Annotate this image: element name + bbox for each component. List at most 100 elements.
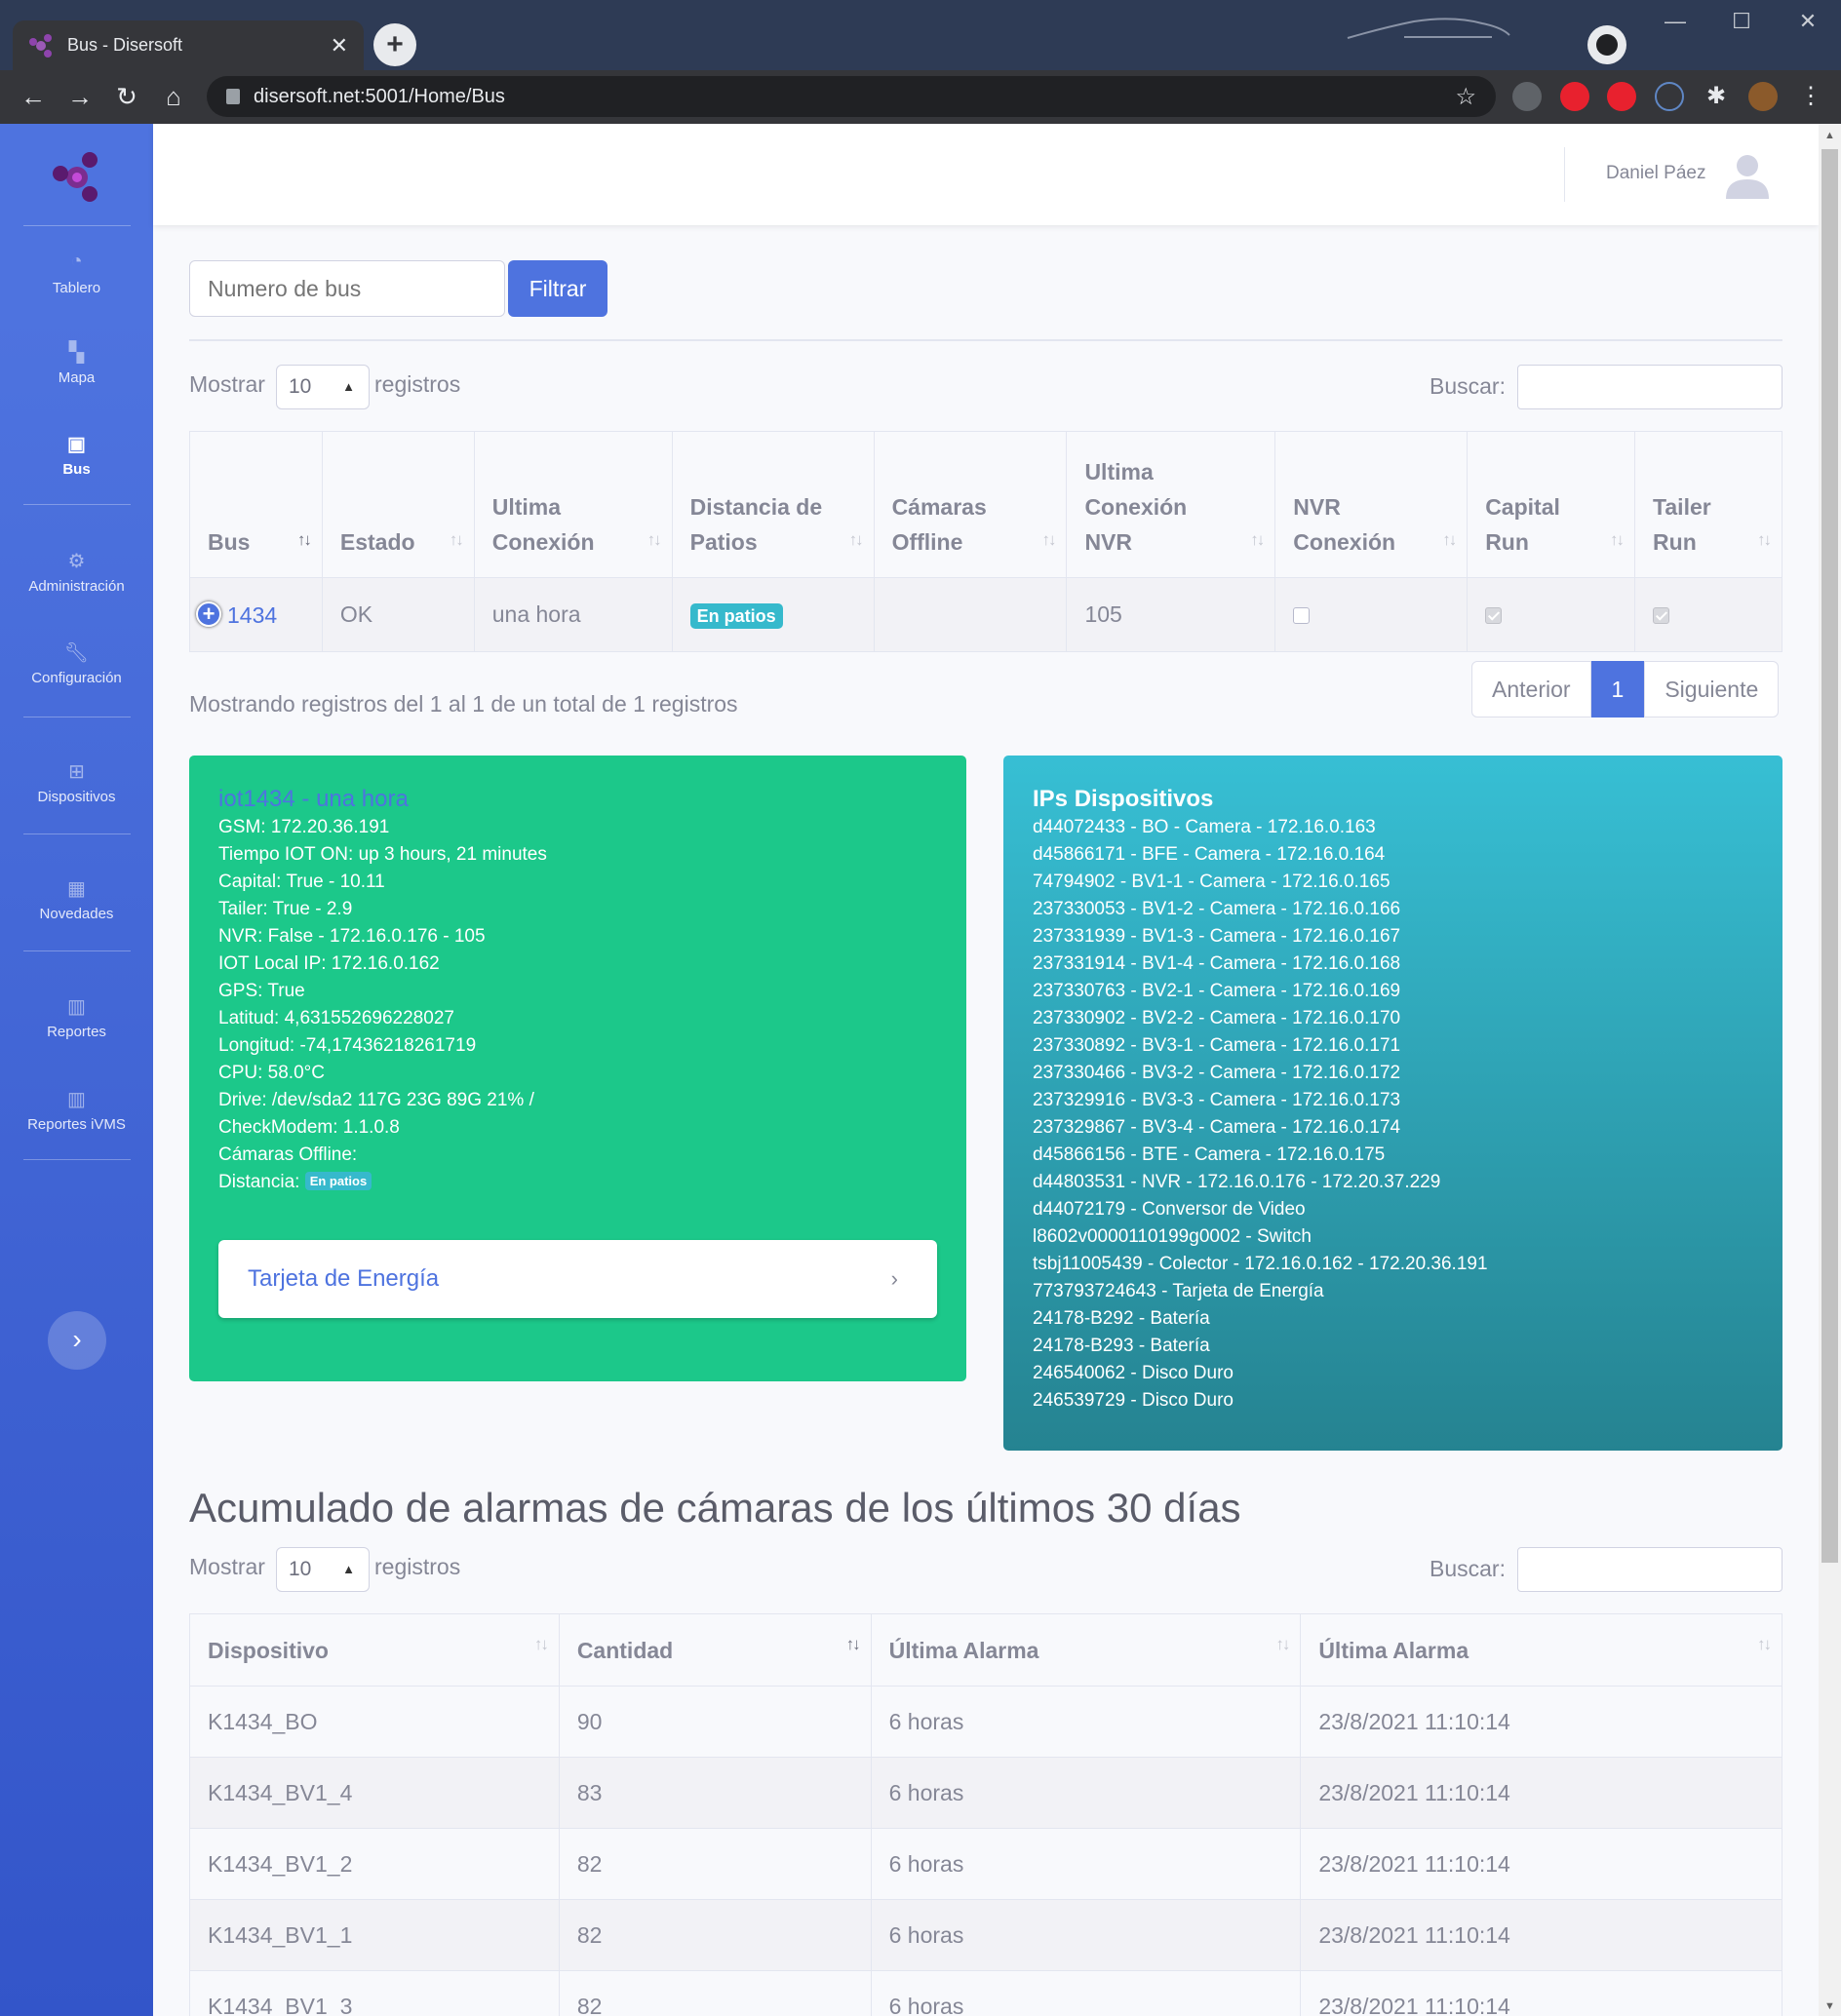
sidebar-item-administracion[interactable]: ⚙ Administración: [0, 549, 153, 595]
user-avatar-icon[interactable]: [1723, 150, 1772, 199]
col-header-dispositivo[interactable]: Dispositivo ↑↓: [189, 1613, 560, 1686]
home-icon[interactable]: ⌂: [150, 82, 197, 112]
page-1-button[interactable]: 1: [1590, 661, 1645, 717]
iot-line: IOT Local IP: 172.16.0.162: [218, 953, 440, 974]
sidebar-item-label: Tablero: [52, 280, 101, 296]
prev-page-button[interactable]: Anterior: [1471, 661, 1591, 717]
sidebar-item-reportes-ivms[interactable]: ▥ Reportes iVMS: [0, 1087, 153, 1133]
profile-avatar-icon[interactable]: [1748, 82, 1778, 111]
sort-icon[interactable]: ↑↓: [1041, 523, 1056, 558]
puzzle-icon[interactable]: ✱: [1702, 82, 1731, 111]
sidebar-item-label: Reportes: [47, 1024, 106, 1040]
col-header-tailer-run[interactable]: Tailer Run ↑↓: [1634, 431, 1782, 578]
energy-card-link[interactable]: Tarjeta de Energía ›: [218, 1240, 937, 1318]
table-header-row: Dispositivo ↑↓ Cantidad ↑↓ Última Alarma ↑↓…: [189, 1613, 1782, 1686]
calendar-icon: ▦: [67, 878, 86, 900]
scroll-up-icon[interactable]: ▲: [1824, 130, 1835, 141]
sort-icon[interactable]: ↑↓: [1610, 523, 1625, 558]
sidebar-item-tablero[interactable]: ◔ Tablero: [0, 251, 153, 296]
page-length-value: 10: [289, 1558, 312, 1580]
iot-line: NVR: False - 172.16.0.176 - 105: [218, 926, 486, 947]
chrome-menu-icon[interactable]: ⋮: [1796, 82, 1825, 111]
sort-icon[interactable]: ↑↓: [1442, 523, 1457, 558]
iot-line: Longitud: -74,17436218261719: [218, 1035, 477, 1056]
table-row: K1434_BV1_1 82 6 horas 23/8/2021 11:10:14: [189, 1899, 1782, 1971]
minimize-icon[interactable]: —: [1642, 0, 1708, 43]
col-header-ultima-alarma-fecha[interactable]: Última Alarma ↑↓: [1300, 1613, 1782, 1686]
expand-row-icon[interactable]: +: [196, 601, 221, 627]
col-header-cantidad[interactable]: Cantidad ↑↓: [558, 1613, 872, 1686]
col-header-estado[interactable]: Estado ↑↓: [321, 431, 475, 578]
table-row: K1434_BV1_2 82 6 horas 23/8/2021 11:10:14: [189, 1828, 1782, 1900]
scrollbar-thumb[interactable]: [1821, 149, 1838, 1563]
close-window-icon[interactable]: ✕: [1775, 0, 1841, 43]
iot-line: Cámaras Offline:: [218, 1144, 358, 1165]
chrome-tab-search-icon[interactable]: [1587, 25, 1626, 64]
page-scrollbar[interactable]: ▲ ▼: [1819, 124, 1841, 2016]
reload-icon[interactable]: ↻: [103, 82, 150, 112]
chart-bar-icon: ▥: [67, 996, 86, 1018]
col-header-ultima-alarma[interactable]: Última Alarma ↑↓: [870, 1613, 1302, 1686]
bus-number-input[interactable]: [189, 260, 505, 317]
iot-line: GPS: True: [218, 981, 305, 1001]
extension-circle-icon[interactable]: [1655, 82, 1684, 111]
col-header-ultima-conexion[interactable]: Ultima Conexión ↑↓: [473, 431, 673, 578]
ip-line: 24178-B292 - Batería: [1033, 1308, 1210, 1329]
forward-icon[interactable]: →: [57, 82, 103, 112]
alarms-table: Dispositivo ↑↓ Cantidad ↑↓ Última Alarma ↑↓…: [189, 1613, 1782, 2016]
cell-bus[interactable]: +1434: [189, 577, 323, 652]
status-badge: En patios: [304, 1172, 372, 1190]
sidebar-toggle-button[interactable]: ›: [48, 1311, 106, 1370]
col-header-camaras-offline[interactable]: Cámaras Offline ↑↓: [873, 431, 1068, 578]
user-name[interactable]: Daniel Páez: [1606, 163, 1705, 184]
back-icon[interactable]: ←: [10, 82, 57, 112]
sort-icon[interactable]: ↑↓: [1757, 1627, 1772, 1662]
sidebar-item-configuracion[interactable]: 🔧︎ Configuración: [0, 640, 153, 686]
alarms-page-length-select[interactable]: 10 ▲: [276, 1547, 370, 1592]
sidebar-item-bus[interactable]: ▣ Bus: [0, 432, 153, 478]
sort-icon[interactable]: ↑↓: [849, 523, 864, 558]
sort-icon[interactable]: ↑↓: [647, 523, 662, 558]
col-header-distancia[interactable]: Distancia de Patios ↑↓: [671, 431, 875, 578]
sort-icon[interactable]: ↑↓: [1275, 1627, 1290, 1662]
sidebar-item-mapa[interactable]: ▚ Mapa: [0, 340, 153, 386]
sort-icon[interactable]: ↑↓: [1757, 523, 1772, 558]
sort-icon[interactable]: ↑↓: [450, 523, 464, 558]
sidebar-item-reportes[interactable]: ▥ Reportes: [0, 994, 153, 1040]
new-tab-button[interactable]: +: [373, 23, 416, 66]
bus-table: Bus ↑↓ Estado ↑↓ Ultima Conexión ↑↓ Distanc…: [189, 431, 1782, 652]
browser-tab[interactable]: Bus - Disersoft ✕: [13, 20, 364, 70]
page-length-select[interactable]: 10 ▲: [276, 365, 370, 409]
abp-icon[interactable]: [1607, 82, 1636, 111]
select-caret-icon: ▲: [342, 1562, 355, 1576]
filter-button[interactable]: Filtrar: [508, 260, 607, 317]
maximize-icon[interactable]: ☐: [1708, 0, 1775, 43]
table-search-input[interactable]: [1517, 365, 1782, 409]
iot-line: Tiempo IOT ON: up 3 hours, 21 minutes: [218, 844, 547, 865]
scroll-down-icon[interactable]: ▼: [1824, 2000, 1835, 2012]
next-page-button[interactable]: Siguiente: [1644, 661, 1780, 717]
bookmark-star-icon[interactable]: ☆: [1455, 83, 1476, 111]
cell-capital-run: [1467, 577, 1636, 652]
pagination: Anterior 1 Siguiente: [1471, 661, 1780, 717]
adblock-hand-icon[interactable]: [1560, 82, 1589, 111]
address-bar[interactable]: disersoft.net:5001/Home/Bus ☆: [207, 76, 1496, 117]
map-icon: ▚: [68, 342, 85, 364]
sort-icon[interactable]: ↑↓: [1250, 523, 1265, 558]
extension-icon[interactable]: [1512, 82, 1542, 111]
ip-line: 773793724643 - Tarjeta de Energía: [1033, 1281, 1324, 1301]
sort-icon[interactable]: ↑↓: [297, 523, 312, 558]
close-tab-icon[interactable]: ✕: [331, 33, 348, 58]
col-header-capital-run[interactable]: Capital Run ↑↓: [1467, 431, 1636, 578]
sort-icon[interactable]: ↑↓: [534, 1627, 549, 1662]
sort-icon[interactable]: ↑↓: [846, 1627, 861, 1662]
col-header-bus[interactable]: Bus ↑↓: [189, 431, 323, 578]
col-header-nvr-conexion[interactable]: NVR Conexión ↑↓: [1274, 431, 1469, 578]
sidebar-item-dispositivos[interactable]: ⊞ Dispositivos: [0, 759, 153, 805]
disersoft-logo[interactable]: [49, 148, 105, 205]
sidebar-item-novedades[interactable]: ▦ Novedades: [0, 876, 153, 922]
iot-status-card: iot1434 - una hora GSM: 172.20.36.191 Ti…: [189, 756, 966, 1381]
alarms-search-input[interactable]: [1517, 1547, 1782, 1592]
col-header-ultima-nvr[interactable]: Ultima Conexión NVR ↑↓: [1066, 431, 1276, 578]
capital-checkbox: [1485, 607, 1503, 625]
